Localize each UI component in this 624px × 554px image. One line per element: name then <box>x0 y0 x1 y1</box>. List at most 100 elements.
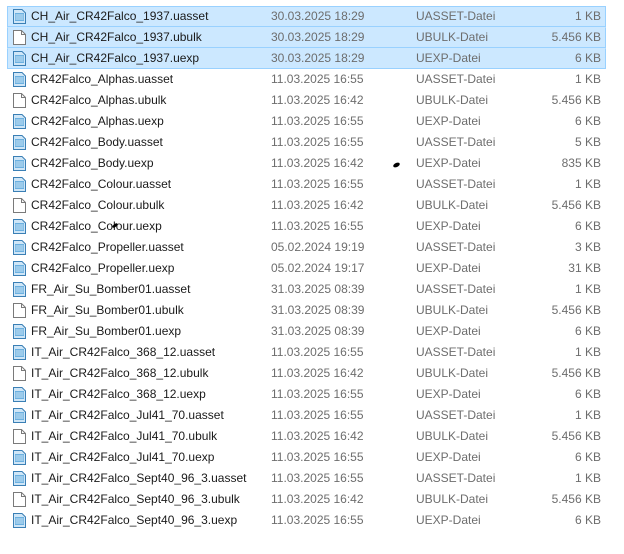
file-row[interactable]: IT_Air_CR42Falco_Jul41_70.ubulk 11.03.202… <box>0 426 624 447</box>
file-name: CR42Falco_Propeller.uexp <box>31 261 175 275</box>
file-type: UEXP-Datei <box>416 513 481 527</box>
asset-file-icon <box>13 240 26 255</box>
file-row[interactable]: IT_Air_CR42Falco_Sept40_96_3.uasset 11.03… <box>0 468 624 489</box>
file-modified-date: 31.03.2025 08:39 <box>271 303 365 317</box>
file-size: 6 KB <box>574 387 601 401</box>
file-name: CR42Falco_Propeller.uasset <box>31 240 184 254</box>
asset-file-icon <box>13 324 26 339</box>
file-type: UEXP-Datei <box>416 261 481 275</box>
file-size: 6 KB <box>574 51 601 65</box>
asset-file-icon <box>13 282 26 297</box>
file-type: UEXP-Datei <box>416 324 481 338</box>
file-size: 1 KB <box>574 408 601 422</box>
file-modified-date: 11.03.2025 16:42 <box>271 156 364 170</box>
file-size: 3 KB <box>574 240 601 254</box>
file-modified-date: 11.03.2025 16:42 <box>271 366 364 380</box>
file-row[interactable]: CR42Falco_Alphas.ubulk 11.03.2025 16:42 UB… <box>0 90 624 111</box>
file-size: 1 KB <box>574 177 601 191</box>
file-row[interactable]: IT_Air_CR42Falco_Sept40_96_3.ubulk 11.03.… <box>0 489 624 510</box>
file-modified-date: 11.03.2025 16:55 <box>271 219 364 233</box>
file-row[interactable]: CH_Air_CR42Falco_1937.ubulk 30.03.2025 18… <box>0 27 624 48</box>
file-size: 1 KB <box>574 9 601 23</box>
file-modified-date: 11.03.2025 16:55 <box>271 471 364 485</box>
file-row[interactable]: IT_Air_CR42Falco_Jul41_70.uexp 11.03.2025… <box>0 447 624 468</box>
file-size: 31 KB <box>568 261 601 275</box>
file-modified-date: 11.03.2025 16:55 <box>271 72 364 86</box>
file-type: UEXP-Datei <box>416 114 481 128</box>
file-list: CH_Air_CR42Falco_1937.uasset 30.03.2025 1… <box>0 6 624 531</box>
file-modified-date: 11.03.2025 16:42 <box>271 492 364 506</box>
file-row[interactable]: IT_Air_CR42Falco_368_12.ubulk 11.03.2025 … <box>0 363 624 384</box>
file-type: UEXP-Datei <box>416 387 481 401</box>
file-row[interactable]: IT_Air_CR42Falco_368_12.uexp 11.03.2025 1… <box>0 384 624 405</box>
blank-file-icon <box>13 303 26 318</box>
file-name: CR42Falco_Alphas.uasset <box>31 72 174 86</box>
file-row[interactable]: CR42Falco_Body.uexp 11.03.2025 16:42 UEXP-… <box>0 153 624 174</box>
file-row[interactable]: CR42Falco_Colour.uasset 11.03.2025 16:55 U… <box>0 174 624 195</box>
file-name: CH_Air_CR42Falco_1937.uexp <box>31 51 200 65</box>
asset-file-icon <box>13 51 26 66</box>
file-size: 5.456 KB <box>551 198 601 212</box>
file-modified-date: 11.03.2025 16:42 <box>271 93 364 107</box>
asset-file-icon <box>13 408 26 423</box>
file-type: UASSET-Datei <box>416 72 496 86</box>
file-row[interactable]: CR42Falco_Colour.uexp 11.03.2025 16:55 UEX… <box>0 216 624 237</box>
file-size: 6 KB <box>574 324 601 338</box>
file-row[interactable]: CR42Falco_Alphas.uexp 11.03.2025 16:55 UEX… <box>0 111 624 132</box>
file-name: IT_Air_CR42Falco_Sept40_96_3.ubulk <box>31 492 240 506</box>
file-row[interactable]: FR_Air_Su_Bomber01.uasset 31.03.2025 08:3… <box>0 279 624 300</box>
file-type: UASSET-Datei <box>416 408 496 422</box>
file-size: 5.456 KB <box>551 429 601 443</box>
file-type: UASSET-Datei <box>416 177 496 191</box>
file-modified-date: 11.03.2025 16:42 <box>271 429 364 443</box>
file-type: UBULK-Datei <box>416 93 489 107</box>
file-row[interactable]: CR42Falco_Colour.ubulk 11.03.2025 16:42 UB… <box>0 195 624 216</box>
file-size: 5.456 KB <box>551 366 601 380</box>
file-name: CH_Air_CR42Falco_1937.uasset <box>31 9 209 23</box>
file-name: IT_Air_CR42Falco_Sept40_96_3.uasset <box>31 471 247 485</box>
file-size: 5.456 KB <box>551 303 601 317</box>
asset-file-icon <box>13 345 26 360</box>
file-name: FR_Air_Su_Bomber01.uexp <box>31 324 182 338</box>
file-row[interactable]: FR_Air_Su_Bomber01.ubulk 31.03.2025 08:39… <box>0 300 624 321</box>
file-type: UBULK-Datei <box>416 198 489 212</box>
asset-file-icon <box>13 9 26 24</box>
file-row[interactable]: IT_Air_CR42Falco_Jul41_70.uasset 11.03.20… <box>0 405 624 426</box>
file-row[interactable]: CH_Air_CR42Falco_1937.uasset 30.03.2025 1… <box>0 6 624 27</box>
file-type: UEXP-Datei <box>416 450 481 464</box>
file-row[interactable]: CR42Falco_Propeller.uexp 05.02.2024 19:17… <box>0 258 624 279</box>
asset-file-icon <box>13 471 26 486</box>
file-name: IT_Air_CR42Falco_Jul41_70.uexp <box>31 450 215 464</box>
blank-file-icon <box>13 198 26 213</box>
file-row[interactable]: CR42Falco_Alphas.uasset 11.03.2025 16:55 U… <box>0 69 624 90</box>
file-row[interactable]: FR_Air_Su_Bomber01.uexp 31.03.2025 08:39 U… <box>0 321 624 342</box>
asset-file-icon <box>13 261 26 276</box>
asset-file-icon <box>13 387 26 402</box>
file-type: UASSET-Datei <box>416 345 496 359</box>
file-row[interactable]: CH_Air_CR42Falco_1937.uexp 30.03.2025 18:… <box>0 48 624 69</box>
asset-file-icon <box>13 450 26 465</box>
file-modified-date: 05.02.2024 19:17 <box>271 261 365 275</box>
file-type: UEXP-Datei <box>416 156 481 170</box>
file-name: IT_Air_CR42Falco_Jul41_70.ubulk <box>31 429 218 443</box>
file-type: UASSET-Datei <box>416 135 496 149</box>
file-modified-date: 31.03.2025 08:39 <box>271 282 365 296</box>
file-name: IT_Air_CR42Falco_368_12.uexp <box>31 387 206 401</box>
file-row[interactable]: CR42Falco_Body.uasset 11.03.2025 16:55 UAS… <box>0 132 624 153</box>
file-modified-date: 11.03.2025 16:55 <box>271 114 364 128</box>
file-row[interactable]: IT_Air_CR42Falco_Sept40_96_3.uexp 11.03.2… <box>0 510 624 531</box>
file-modified-date: 11.03.2025 16:42 <box>271 198 364 212</box>
file-name: IT_Air_CR42Falco_368_12.ubulk <box>31 366 209 380</box>
file-type: UASSET-Datei <box>416 471 496 485</box>
file-name: CH_Air_CR42Falco_1937.ubulk <box>31 30 202 44</box>
asset-file-icon <box>13 135 26 150</box>
file-name: CR42Falco_Alphas.ubulk <box>31 93 167 107</box>
file-modified-date: 30.03.2025 18:29 <box>271 51 365 65</box>
file-row[interactable]: CR42Falco_Propeller.uasset 05.02.2024 19:… <box>0 237 624 258</box>
file-row[interactable]: IT_Air_CR42Falco_368_12.uasset 11.03.2025… <box>0 342 624 363</box>
file-type: UBULK-Datei <box>416 492 489 506</box>
file-name: IT_Air_CR42Falco_Jul41_70.uasset <box>31 408 224 422</box>
file-type: UBULK-Datei <box>416 30 489 44</box>
blank-file-icon <box>13 429 26 444</box>
file-name: CR42Falco_Body.uexp <box>31 156 154 170</box>
